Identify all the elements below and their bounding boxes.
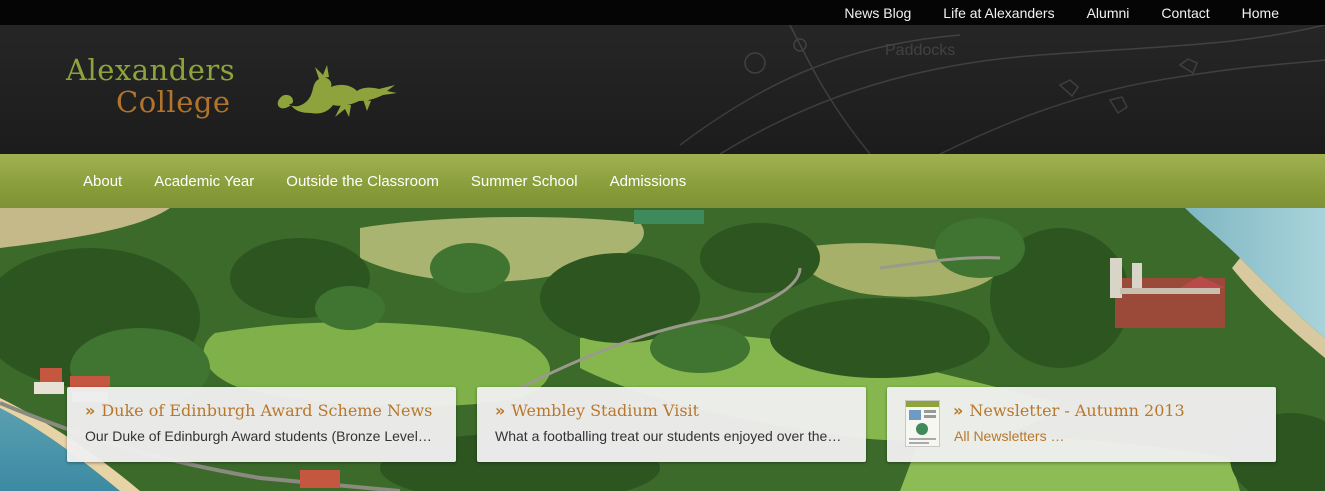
nav-outside-the-classroom[interactable]: Outside the Classroom (286, 173, 439, 190)
all-newsletters-link[interactable]: All Newsletters … (954, 428, 1064, 444)
news-card-wembley[interactable]: » Wembley Stadium Visit What a footballin… (477, 387, 866, 462)
news-card-newsletter[interactable]: » Newsletter - Autumn 2013 All Newsletter… (887, 387, 1276, 462)
dragon-logo-icon (277, 65, 397, 117)
chevron-right-icon: » (85, 401, 96, 420)
topnav-contact[interactable]: Contact (1161, 5, 1209, 21)
topnav-home[interactable]: Home (1242, 5, 1279, 21)
main-navigation: About Academic Year Outside the Classroo… (0, 154, 1325, 208)
card-title[interactable]: » Wembley Stadium Visit (495, 401, 699, 420)
card-title[interactable]: » Newsletter - Autumn 2013 (953, 401, 1185, 420)
newsletter-thumbnail[interactable] (905, 400, 940, 447)
topnav-life-at-alexanders[interactable]: Life at Alexanders (943, 5, 1054, 21)
logo-text-line1: Alexanders (66, 53, 236, 87)
map-background-decoration: Paddocks (679, 25, 1325, 154)
nav-academic-year[interactable]: Academic Year (154, 173, 254, 190)
map-label-paddocks: Paddocks (885, 42, 955, 59)
site-header: Paddocks Alexanders College (0, 25, 1325, 154)
top-navigation: News Blog Life at Alexanders Alumni Cont… (844, 0, 1279, 25)
card-excerpt: Our Duke of Edinburgh Award students (Br… (85, 428, 435, 444)
college-logo[interactable]: Alexanders College (66, 53, 397, 125)
topnav-alumni[interactable]: Alumni (1087, 5, 1130, 21)
top-bar: News Blog Life at Alexanders Alumni Cont… (0, 0, 1325, 25)
card-excerpt: What a footballing treat our students en… (495, 428, 845, 444)
logo-text-line2: College (116, 85, 231, 119)
nav-about[interactable]: About (83, 173, 122, 190)
chevron-right-icon: » (953, 401, 964, 420)
news-card-duke-of-edinburgh[interactable]: » Duke of Edinburgh Award Scheme News Our… (67, 387, 456, 462)
topnav-news-blog[interactable]: News Blog (844, 5, 911, 21)
chevron-right-icon: » (495, 401, 506, 420)
nav-summer-school[interactable]: Summer School (471, 173, 578, 190)
card-title[interactable]: » Duke of Edinburgh Award Scheme News (85, 401, 432, 420)
nav-admissions[interactable]: Admissions (610, 173, 687, 190)
